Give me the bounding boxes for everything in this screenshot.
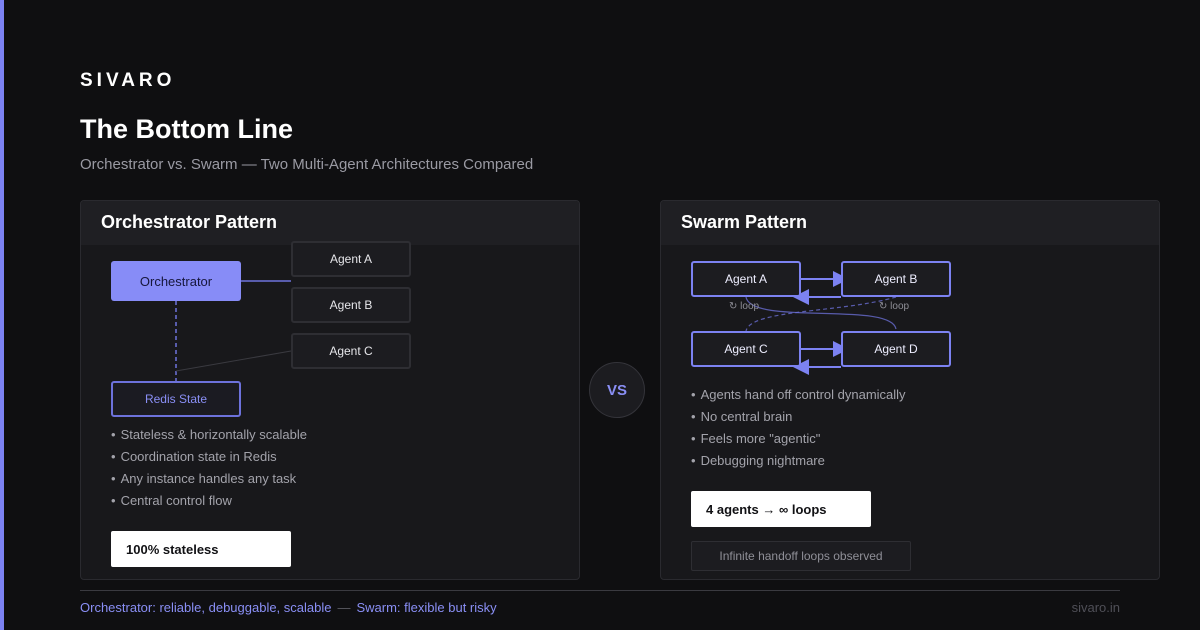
accent-bar: [0, 0, 4, 630]
swarm-panel: Swarm Pattern Agent A Agent B Agent C Ag…: [660, 200, 1160, 580]
swarm-note-badge: Infinite handoff loops observed: [691, 541, 911, 571]
swarm-loop-label-left: ↻ loop: [729, 301, 760, 312]
brand-logo: SIVARO: [80, 70, 176, 91]
footer-orchestrator-summary: Orchestrator: reliable, debuggable, scal…: [80, 600, 332, 615]
orchestrator-stat-badge: 100% stateless: [111, 531, 291, 567]
swarm-agent-b-node: Agent B: [841, 261, 951, 297]
swarm-bullet: Feels more "agentic": [691, 431, 906, 453]
footer-separator: —: [337, 600, 351, 615]
orchestrator-agent-c-node: Agent C: [291, 333, 411, 369]
swarm-b-to-c-dashed-curve: [745, 296, 897, 332]
footer-summary: Orchestrator: reliable, debuggable, scal…: [80, 600, 497, 615]
orchestrator-node: Orchestrator: [111, 261, 241, 301]
orchestrator-bullet: Stateless & horizontally scalable: [111, 427, 307, 449]
footer-divider: [80, 590, 1120, 591]
site-url: sivaro.in: [1071, 600, 1120, 615]
page-subtitle: Orchestrator vs. Swarm — Two Multi-Agent…: [80, 156, 534, 173]
redis-to-agent-c-line: [175, 350, 292, 372]
page-title: The Bottom Line: [80, 114, 293, 144]
orchestrator-bullet: Central control flow: [111, 493, 307, 515]
orchestrator-panel: Orchestrator Pattern Orchestrator Agent …: [80, 200, 580, 580]
orchestrator-bullet: Coordination state in Redis: [111, 449, 307, 471]
swarm-bullet: No central brain: [691, 409, 906, 431]
orchestrator-bullet-list: Stateless & horizontally scalable Coordi…: [111, 427, 307, 515]
orchestrator-agent-b-node: Agent B: [291, 287, 411, 323]
redis-state-node: Redis State: [111, 381, 241, 417]
swarm-bullet: Agents hand off control dynamically: [691, 387, 906, 409]
swarm-stat-badge: 4 agents → ∞ loops: [691, 491, 871, 527]
swarm-agent-d-node: Agent D: [841, 331, 951, 367]
orchestrator-agent-a-node: Agent A: [291, 241, 411, 277]
vs-badge: VS: [589, 362, 645, 418]
swarm-bullet-list: Agents hand off control dynamically No c…: [691, 387, 906, 475]
swarm-loop-label-right: ↻ loop: [879, 301, 910, 312]
swarm-bullet: Debugging nightmare: [691, 453, 906, 475]
footer-swarm-summary: Swarm: flexible but risky: [356, 600, 497, 615]
swarm-agent-c-node: Agent C: [691, 331, 801, 367]
swarm-agent-a-node: Agent A: [691, 261, 801, 297]
orchestrator-bullet: Any instance handles any task: [111, 471, 307, 493]
